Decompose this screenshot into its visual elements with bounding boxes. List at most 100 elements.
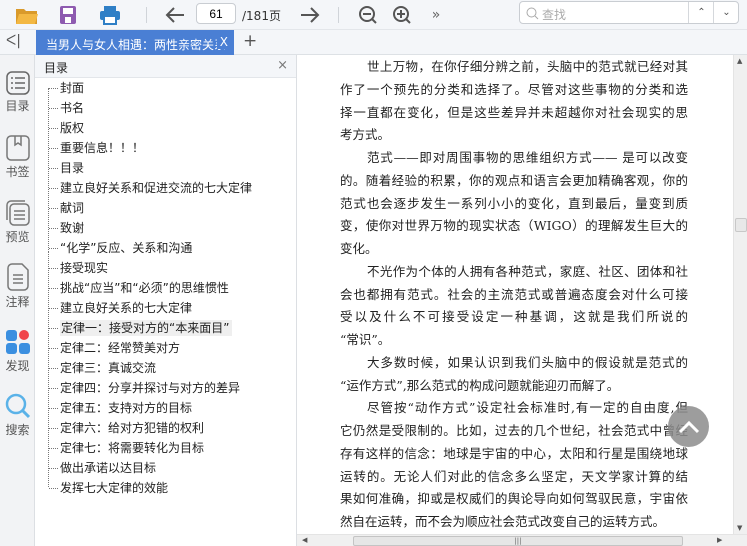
text-line: 受以及什么不可接受设定一种基调，这就是我们所说的 — [340, 309, 688, 325]
rail-label: 目录 — [5, 99, 30, 113]
toc-item[interactable]: 献词 — [49, 199, 84, 218]
text-line: 不光作为个体的人拥有各种范式，家庭、社区、团体和社 — [367, 263, 688, 279]
scroll-left-arrow[interactable]: ◀ — [302, 536, 307, 544]
toc-item-label: 定律二：经常赞美对方 — [60, 341, 181, 355]
toc-item-label: 献词 — [60, 201, 85, 215]
toc-item[interactable]: “化学”反应、关系和沟通 — [49, 239, 192, 258]
prev-page-icon[interactable] — [163, 3, 187, 27]
text-line: 存有这样的信念：地球是宇宙的中心，太阳和行星是围绕地球 — [340, 445, 688, 461]
rail-item-toc[interactable]: 目录 — [0, 71, 35, 114]
chevron-up-icon — [678, 420, 699, 433]
toc-item-label: 致谢 — [60, 221, 85, 235]
toolbar: /181页 » 查找 ⌃ ⌄ — [0, 0, 747, 30]
close-tab-icon[interactable]: X — [216, 35, 228, 49]
next-page-icon[interactable] — [298, 3, 322, 27]
scroll-right-arrow[interactable]: ▶ — [717, 536, 722, 544]
text-line: 运转的。无论人们对此的信念多么坚定，天文学家计算的结 — [340, 468, 688, 484]
toc-item[interactable]: 定律一：接受对方的“本来面目” — [49, 319, 233, 338]
rail-item-discover[interactable]: 发现 — [0, 329, 35, 374]
page-number-input[interactable] — [196, 3, 236, 24]
rail-item-bookmark[interactable]: 书签 — [0, 135, 35, 180]
save-icon[interactable] — [56, 3, 80, 27]
toc-item[interactable]: 致谢 — [49, 219, 84, 238]
toc-item-label: 发挥七大定律的效能 — [60, 481, 169, 495]
preview-icon — [5, 200, 30, 226]
open-folder-icon[interactable] — [14, 3, 40, 27]
toc-item[interactable]: 书名 — [49, 99, 84, 118]
scroll-thumb[interactable] — [735, 218, 747, 232]
more-tools-button[interactable]: » — [426, 3, 446, 27]
toc-item[interactable]: 封面 — [49, 79, 84, 98]
toc-item-label: 重要信息！！！ — [60, 141, 145, 155]
text-line: 作了一个预先的分类和选择了。尽管对这些事物的分类和选 — [340, 81, 688, 97]
sidebar-rail: 目录 书签 预览 注释 发现 搜索 — [0, 55, 35, 546]
toc-item-label: 定律三：真诚交流 — [60, 361, 157, 375]
scroll-up-arrow[interactable]: ▲ — [737, 57, 742, 65]
close-toc-icon[interactable]: × — [277, 58, 288, 73]
toc-item-label: 目录 — [60, 161, 85, 175]
text-line: 考方式。 — [340, 127, 391, 143]
toc-item[interactable]: 挑战“应当”和“必须”的思维惯性 — [49, 279, 229, 298]
toc-item-label: 定律一：接受对方的“本来面目” — [60, 320, 233, 336]
toc-item[interactable]: 定律二：经常赞美对方 — [49, 339, 180, 358]
add-tab-button[interactable]: + — [243, 31, 257, 51]
toc-header: 目录 × — [35, 55, 296, 78]
rail-label: 书签 — [5, 165, 30, 179]
back-to-top-button[interactable] — [668, 406, 709, 447]
toc-item-label: 封面 — [60, 81, 85, 95]
divider — [146, 7, 147, 23]
vertical-scrollbar[interactable]: ▲ ▼ — [733, 55, 747, 534]
toc-item-label: 挑战“应当”和“必须”的思维惯性 — [60, 281, 229, 295]
toc-item[interactable]: 版权 — [49, 119, 84, 138]
search-next-button[interactable]: ⌄ — [713, 2, 739, 23]
search-box[interactable]: 查找 ⌃ ⌄ — [519, 1, 739, 24]
toc-item[interactable]: 建立良好关系和促进交流的七大定律 — [49, 179, 252, 198]
toc-item-label: 接受现实 — [60, 261, 109, 275]
toc-item[interactable]: 发挥七大定律的效能 — [49, 479, 168, 498]
rail-item-preview[interactable]: 预览 — [0, 200, 35, 245]
toc-item[interactable]: 目录 — [49, 159, 84, 178]
search-input[interactable]: 查找 — [542, 6, 566, 23]
text-line: 然自在运转，而不会为顺应社会范式改变自己的运转方式。 — [340, 514, 666, 529]
text-line: 的。随着经验的积累，你的观点和语言会更加精确客观，你的 — [340, 172, 688, 188]
toc-item[interactable]: 接受现实 — [49, 259, 108, 278]
page-total: /181页 — [242, 9, 281, 23]
toc-item-label: 建立良好关系和促进交流的七大定律 — [60, 181, 253, 195]
text-line: 尽管按“动作方式”设定社会标准时,有一定的自由度,但 — [367, 400, 688, 416]
rail-label: 搜索 — [5, 423, 30, 437]
text-line: “常识”。 — [340, 332, 391, 347]
rail-item-notes[interactable]: 注释 — [0, 263, 35, 310]
text-line: 范式也会逐步发生一系列小小的变化，直到最后，量变到质 — [340, 195, 688, 211]
text-line: 会也都拥有范式。社会的主流范式或普遍态度会对什么可接 — [340, 286, 688, 302]
print-icon[interactable] — [97, 3, 123, 27]
horizontal-scrollbar[interactable]: ◀ ||| ▶ — [297, 534, 747, 546]
tab-title: 当男人与女人相遇：两性亲密关系 — [46, 38, 227, 52]
toc-item-label: 定律七：将需要转化为目标 — [60, 441, 205, 455]
toc-item[interactable]: 做出承诺以达目标 — [49, 459, 156, 478]
scroll-thumb[interactable]: ||| — [353, 536, 683, 546]
toc-item[interactable]: 定律六：给对方犯错的权利 — [49, 419, 204, 438]
zoom-in-icon[interactable] — [390, 3, 414, 27]
toc-item[interactable]: 定律七：将需要转化为目标 — [49, 439, 204, 458]
toc-icon — [5, 71, 30, 95]
toc-item[interactable]: 建立良好关系的七大定律 — [49, 299, 192, 318]
search-icon — [526, 7, 539, 20]
toc-title: 目录 — [44, 61, 69, 75]
search-prev-button[interactable]: ⌃ — [688, 2, 714, 23]
toc-item[interactable]: 重要信息！！！ — [49, 139, 144, 158]
text-line: 大多数时候，如果认识到我们头脑中的假设就是范式的 — [367, 354, 688, 370]
text-line: 范式——即对周围事物的思维组织方式—— 是可以改变 — [367, 150, 688, 165]
text-line: “运作方式”,那么范式的构成问题就能迎刃而解了。 — [340, 377, 620, 393]
text-line: 择一直都在变化，但是这些差异并未超越你对社会现实的思 — [340, 104, 688, 120]
toc-item[interactable]: 定律三：真诚交流 — [49, 359, 156, 378]
text-line: 它仍然是受限制的。比如，过去的几个世纪，社会范式中曾经 — [340, 423, 688, 438]
text-line: 变，使你对世界万物的现实状态（WIGO）的理解发生巨大的 — [340, 218, 688, 234]
scroll-down-arrow[interactable]: ▼ — [737, 524, 742, 532]
collapse-sidebar-icon[interactable]: ᐸ| — [6, 33, 21, 49]
zoom-out-icon[interactable] — [356, 3, 380, 27]
tab-document[interactable]: 当男人与女人相遇：两性亲密关系 X — [36, 30, 234, 55]
toc-item[interactable]: 定律四：分享并探讨与对方的差异 — [49, 379, 240, 398]
rail-label: 发现 — [5, 359, 30, 373]
rail-item-search[interactable]: 搜索 — [0, 393, 35, 438]
toc-item[interactable]: 定律五：支持对方的目标 — [49, 399, 192, 418]
